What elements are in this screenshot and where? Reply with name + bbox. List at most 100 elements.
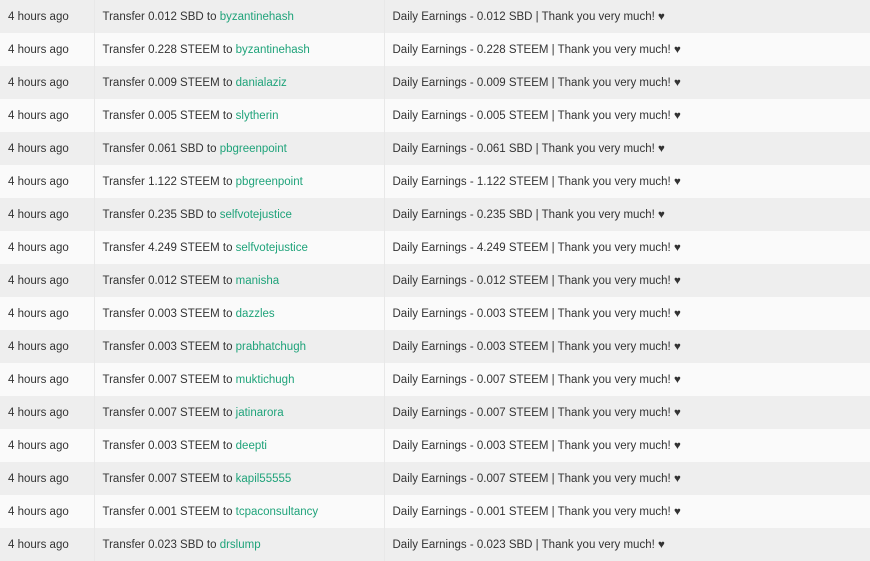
timestamp-cell: 4 hours ago (0, 462, 95, 495)
transfer-description-cell: Transfer 0.012 SBD to byzantinehash (94, 0, 385, 33)
transfer-history-body: 4 hours ago Transfer 0.012 SBD to byzanti… (0, 0, 870, 561)
transfer-amount-text: Transfer 0.012 STEEM to (102, 274, 236, 287)
timestamp-cell: 4 hours ago (0, 198, 95, 231)
recipient-link[interactable]: byzantinehash (236, 44, 310, 56)
transfer-amount-text: Transfer 0.235 SBD to (102, 208, 220, 221)
transfer-amount-text: Transfer 0.003 STEEM to (102, 307, 236, 320)
timestamp-cell: 4 hours ago (0, 264, 95, 297)
timestamp-cell: 4 hours ago (0, 132, 95, 165)
recipient-link[interactable]: selfvotejustice (236, 242, 308, 254)
recipient-link[interactable]: dazzles (236, 308, 275, 320)
transfer-description-cell: Transfer 0.001 STEEM to tcpaconsultancy (94, 495, 385, 528)
transfer-description-cell: Transfer 0.003 STEEM to dazzles (94, 297, 385, 330)
timestamp-cell: 4 hours ago (0, 396, 95, 429)
recipient-link[interactable]: slytherin (236, 110, 279, 122)
transfer-description-cell: Transfer 1.122 STEEM to pbgreenpoint (94, 165, 385, 198)
transfer-amount-text: Transfer 0.009 STEEM to (102, 76, 236, 89)
timestamp-cell: 4 hours ago (0, 330, 95, 363)
timestamp-cell: 4 hours ago (0, 495, 95, 528)
transfer-amount-text: Transfer 0.001 STEEM to (102, 505, 236, 518)
transfer-amount-text: Transfer 1.122 STEEM to (102, 175, 236, 188)
transfer-history-table: 4 hours ago Transfer 0.012 SBD to byzanti… (0, 0, 870, 561)
transfer-description-cell: Transfer 0.007 STEEM to jatinarora (94, 396, 385, 429)
table-row: 4 hours ago Transfer 0.003 STEEM to dazzl… (0, 297, 870, 330)
table-row: 4 hours ago Transfer 0.007 STEEM to kapil… (0, 462, 870, 495)
transfer-description-cell: Transfer 0.005 STEEM to slytherin (94, 99, 385, 132)
transfer-amount-text: Transfer 0.023 SBD to (102, 538, 220, 551)
transfer-amount-text: Transfer 0.012 SBD to (102, 10, 220, 23)
timestamp-cell: 4 hours ago (0, 297, 95, 330)
table-row: 4 hours ago Transfer 0.228 STEEM to byzan… (0, 33, 870, 66)
table-row: 4 hours ago Transfer 0.235 SBD to selfvot… (0, 198, 870, 231)
memo-cell: Daily Earnings - 1.122 STEEM | Thank you… (384, 165, 870, 198)
timestamp-cell: 4 hours ago (0, 99, 95, 132)
timestamp-cell: 4 hours ago (0, 429, 95, 462)
transfer-amount-text: Transfer 0.003 STEEM to (102, 340, 236, 353)
table-row: 4 hours ago Transfer 4.249 STEEM to selfv… (0, 231, 870, 264)
memo-cell: Daily Earnings - 0.009 STEEM | Thank you… (384, 66, 870, 99)
transfer-amount-text: Transfer 0.228 STEEM to (102, 43, 236, 56)
transfer-amount-text: Transfer 0.005 STEEM to (102, 109, 236, 122)
table-row: 4 hours ago Transfer 1.122 STEEM to pbgre… (0, 165, 870, 198)
transfer-description-cell: Transfer 0.007 STEEM to kapil55555 (94, 462, 385, 495)
table-row: 4 hours ago Transfer 0.007 STEEM to mukti… (0, 363, 870, 396)
recipient-link[interactable]: drslump (220, 539, 261, 551)
table-row: 4 hours ago Transfer 0.023 SBD to drslump… (0, 528, 870, 561)
table-row: 4 hours ago Transfer 0.009 STEEM to dania… (0, 66, 870, 99)
recipient-link[interactable]: jatinarora (236, 407, 284, 419)
recipient-link[interactable]: deepti (236, 440, 267, 452)
recipient-link[interactable]: pbgreenpoint (220, 143, 287, 155)
transfer-description-cell: Transfer 0.228 STEEM to byzantinehash (94, 33, 385, 66)
table-row: 4 hours ago Transfer 0.003 STEEM to deept… (0, 429, 870, 462)
transfer-amount-text: Transfer 4.249 STEEM to (102, 241, 236, 254)
transfer-description-cell: Transfer 0.023 SBD to drslump (94, 528, 385, 561)
memo-cell: Daily Earnings - 0.235 SBD | Thank you v… (384, 198, 870, 231)
transfer-amount-text: Transfer 0.061 SBD to (102, 142, 220, 155)
transfer-description-cell: Transfer 0.003 STEEM to prabhatchugh (94, 330, 385, 363)
transfer-amount-text: Transfer 0.007 STEEM to (102, 406, 236, 419)
table-row: 4 hours ago Transfer 0.012 STEEM to manis… (0, 264, 870, 297)
memo-cell: Daily Earnings - 0.001 STEEM | Thank you… (384, 495, 870, 528)
timestamp-cell: 4 hours ago (0, 363, 95, 396)
timestamp-cell: 4 hours ago (0, 66, 95, 99)
timestamp-cell: 4 hours ago (0, 0, 95, 33)
table-row: 4 hours ago Transfer 0.007 STEEM to jatin… (0, 396, 870, 429)
memo-cell: Daily Earnings - 0.007 STEEM | Thank you… (384, 396, 870, 429)
recipient-link[interactable]: selfvotejustice (220, 209, 292, 221)
memo-cell: Daily Earnings - 0.003 STEEM | Thank you… (384, 330, 870, 363)
recipient-link[interactable]: prabhatchugh (236, 341, 306, 353)
memo-cell: Daily Earnings - 0.061 SBD | Thank you v… (384, 132, 870, 165)
recipient-link[interactable]: muktichugh (236, 374, 295, 386)
recipient-link[interactable]: danialaziz (236, 77, 287, 89)
memo-cell: Daily Earnings - 0.228 STEEM | Thank you… (384, 33, 870, 66)
transfer-amount-text: Transfer 0.007 STEEM to (102, 373, 236, 386)
timestamp-cell: 4 hours ago (0, 165, 95, 198)
table-row: 4 hours ago Transfer 0.005 STEEM to slyth… (0, 99, 870, 132)
transfer-description-cell: Transfer 0.003 STEEM to deepti (94, 429, 385, 462)
memo-cell: Daily Earnings - 0.003 STEEM | Thank you… (384, 297, 870, 330)
transfer-amount-text: Transfer 0.007 STEEM to (102, 472, 236, 485)
recipient-link[interactable]: kapil55555 (236, 473, 292, 485)
timestamp-cell: 4 hours ago (0, 33, 95, 66)
memo-cell: Daily Earnings - 0.005 STEEM | Thank you… (384, 99, 870, 132)
memo-cell: Daily Earnings - 0.012 SBD | Thank you v… (384, 0, 870, 33)
recipient-link[interactable]: manisha (236, 275, 279, 287)
transfer-description-cell: Transfer 4.249 STEEM to selfvotejustice (94, 231, 385, 264)
memo-cell: Daily Earnings - 0.012 STEEM | Thank you… (384, 264, 870, 297)
table-row: 4 hours ago Transfer 0.061 SBD to pbgreen… (0, 132, 870, 165)
timestamp-cell: 4 hours ago (0, 528, 95, 561)
memo-cell: Daily Earnings - 0.003 STEEM | Thank you… (384, 429, 870, 462)
memo-cell: Daily Earnings - 4.249 STEEM | Thank you… (384, 231, 870, 264)
timestamp-cell: 4 hours ago (0, 231, 95, 264)
transfer-description-cell: Transfer 0.235 SBD to selfvotejustice (94, 198, 385, 231)
transfer-description-cell: Transfer 0.009 STEEM to danialaziz (94, 66, 385, 99)
recipient-link[interactable]: pbgreenpoint (236, 176, 303, 188)
transfer-description-cell: Transfer 0.012 STEEM to manisha (94, 264, 385, 297)
memo-cell: Daily Earnings - 0.007 STEEM | Thank you… (384, 462, 870, 495)
transfer-amount-text: Transfer 0.003 STEEM to (102, 439, 236, 452)
recipient-link[interactable]: tcpaconsultancy (236, 506, 318, 518)
recipient-link[interactable]: byzantinehash (220, 11, 294, 23)
table-row: 4 hours ago Transfer 0.003 STEEM to prabh… (0, 330, 870, 363)
transfer-description-cell: Transfer 0.007 STEEM to muktichugh (94, 363, 385, 396)
memo-cell: Daily Earnings - 0.023 SBD | Thank you v… (384, 528, 870, 561)
